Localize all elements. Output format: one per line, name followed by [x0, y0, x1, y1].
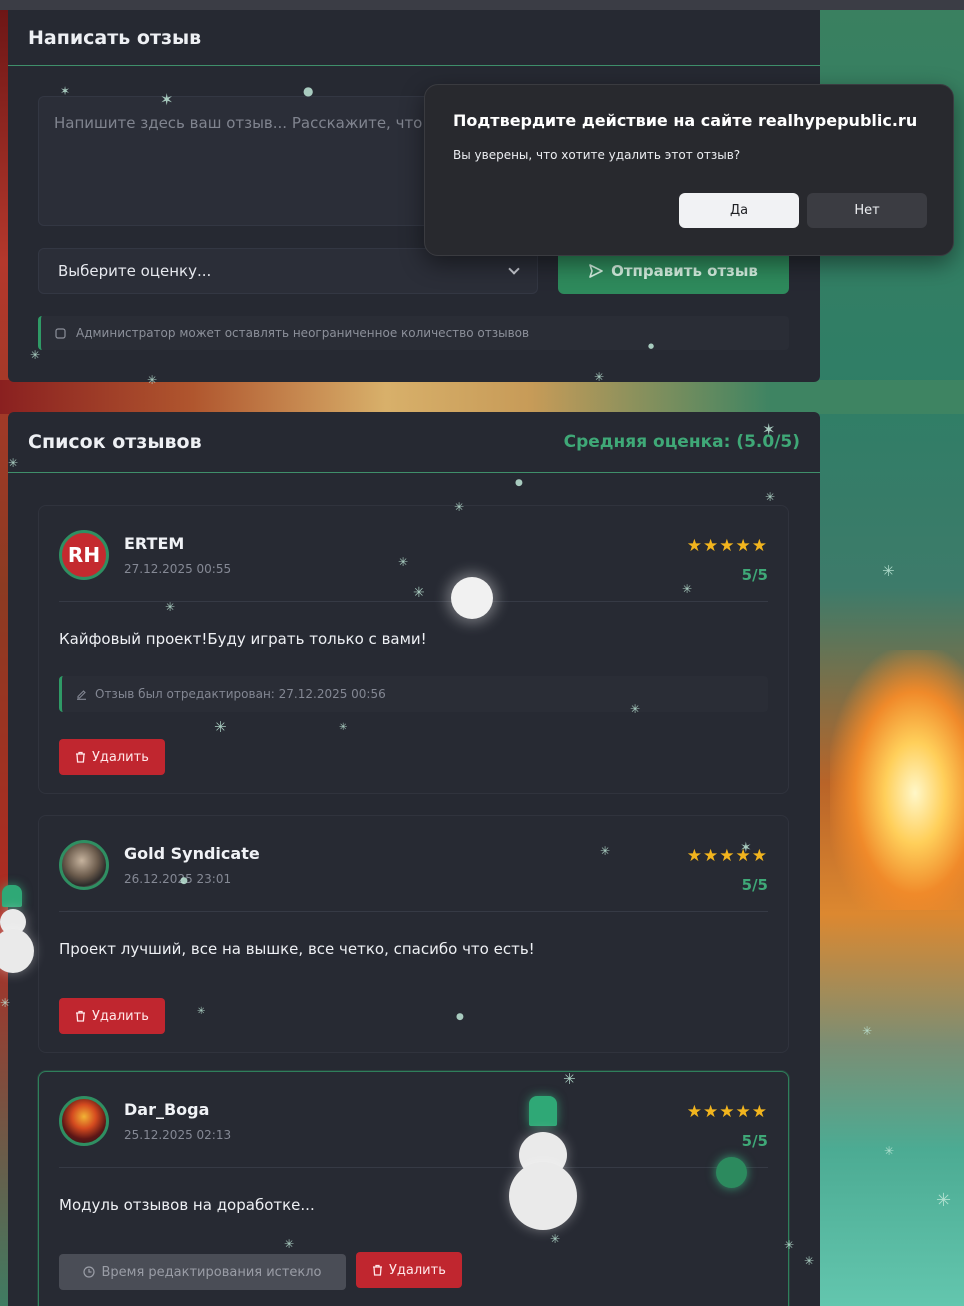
confirm-no-button[interactable]: Нет — [807, 193, 927, 228]
rating-select-value: Выберите оценку... — [58, 262, 212, 280]
write-review-header: Написать отзыв — [8, 10, 820, 66]
top-bar — [0, 0, 964, 10]
review-text: Кайфовый проект!Буду играть только с вам… — [59, 630, 427, 648]
review-score: 5/5 — [741, 876, 768, 894]
review-stars: ★★★★★ — [686, 1102, 768, 1122]
review-score: 5/5 — [741, 566, 768, 584]
avatar-initials: RH — [67, 543, 101, 567]
ornament-decoration — [716, 1157, 747, 1188]
clock-icon — [83, 1266, 96, 1278]
delete-label: Удалить — [92, 749, 149, 765]
confirm-no-label: Нет — [854, 203, 880, 218]
review-date: 26.12.2025 23:01 — [124, 872, 232, 886]
edited-note-text: Отзыв был отредактирован: 27.12.2025 00:… — [95, 687, 386, 701]
delete-button[interactable]: Удалить — [59, 998, 165, 1034]
info-icon — [55, 327, 66, 339]
review-score: 5/5 — [741, 1132, 768, 1150]
average-rating: Средняя оценка: (5.0/5) — [563, 432, 800, 452]
admin-note: Администратор может оставлять неограниче… — [38, 316, 789, 350]
avatar — [59, 1096, 109, 1146]
avatar — [59, 840, 109, 890]
background-strip — [0, 380, 964, 414]
delete-button[interactable]: Удалить — [356, 1252, 462, 1288]
review-author: ERTEM — [124, 534, 185, 553]
confirm-dialog-title: Подтвердите действие на сайте realhypepu… — [453, 111, 918, 130]
background-explosion — [830, 650, 964, 910]
reviews-list-title: Список отзывов — [28, 431, 202, 453]
edit-expired-button[interactable]: Время редактирования истекло — [59, 1254, 346, 1290]
send-icon — [589, 264, 603, 278]
admin-note-text: Администратор может оставлять неограниче… — [76, 326, 530, 340]
delete-label: Удалить — [92, 1008, 149, 1024]
confirm-yes-label: Да — [729, 203, 749, 218]
review-divider — [59, 1167, 768, 1168]
review-card: Gold Syndicate 26.12.2025 23:01 ★★★★★ 5/… — [38, 815, 789, 1053]
review-date: 27.12.2025 00:55 — [124, 562, 232, 576]
trash-icon — [373, 1264, 382, 1276]
confirm-yes-button[interactable]: Да — [679, 193, 799, 228]
submit-review-label: Отправить отзыв — [611, 262, 758, 280]
edit-icon — [77, 689, 86, 700]
review-divider — [59, 601, 768, 602]
trash-icon — [76, 1010, 85, 1022]
confirm-dialog: Подтвердите действие на сайте realhypepu… — [424, 84, 954, 256]
trash-icon — [76, 751, 85, 763]
avatar: RH — [59, 530, 109, 580]
review-stars: ★★★★★ — [686, 536, 768, 556]
review-card: RH ERTEM 27.12.2025 00:55 ★★★★★ 5/5 Кайф… — [38, 505, 789, 794]
write-review-title: Написать отзыв — [28, 26, 202, 49]
review-author: Dar_Boga — [124, 1100, 210, 1119]
review-text: Модуль отзывов на доработке... — [59, 1196, 315, 1214]
review-text: Проект лучший, все на вышке, все четко, … — [59, 940, 535, 958]
review-card: Dar_Boga 25.12.2025 02:13 ★★★★★ 5/5 Моду… — [38, 1071, 789, 1306]
delete-label: Удалить — [389, 1262, 446, 1278]
review-divider — [59, 911, 768, 912]
review-stars: ★★★★★ — [686, 846, 768, 866]
edited-note: Отзыв был отредактирован: 27.12.2025 00:… — [59, 676, 768, 712]
delete-button[interactable]: Удалить — [59, 739, 165, 775]
review-date: 25.12.2025 02:13 — [124, 1128, 232, 1142]
reviews-list-panel: Список отзывов Средняя оценка: (5.0/5) R… — [8, 412, 820, 1306]
edit-expired-label: Время редактирования истекло — [101, 1264, 322, 1280]
confirm-dialog-message: Вы уверены, что хотите удалить этот отзы… — [453, 148, 741, 162]
review-author: Gold Syndicate — [124, 844, 260, 863]
reviews-list-header: Список отзывов Средняя оценка: (5.0/5) — [8, 412, 820, 473]
snowball-decoration — [451, 577, 493, 619]
chevron-down-icon — [508, 263, 520, 275]
